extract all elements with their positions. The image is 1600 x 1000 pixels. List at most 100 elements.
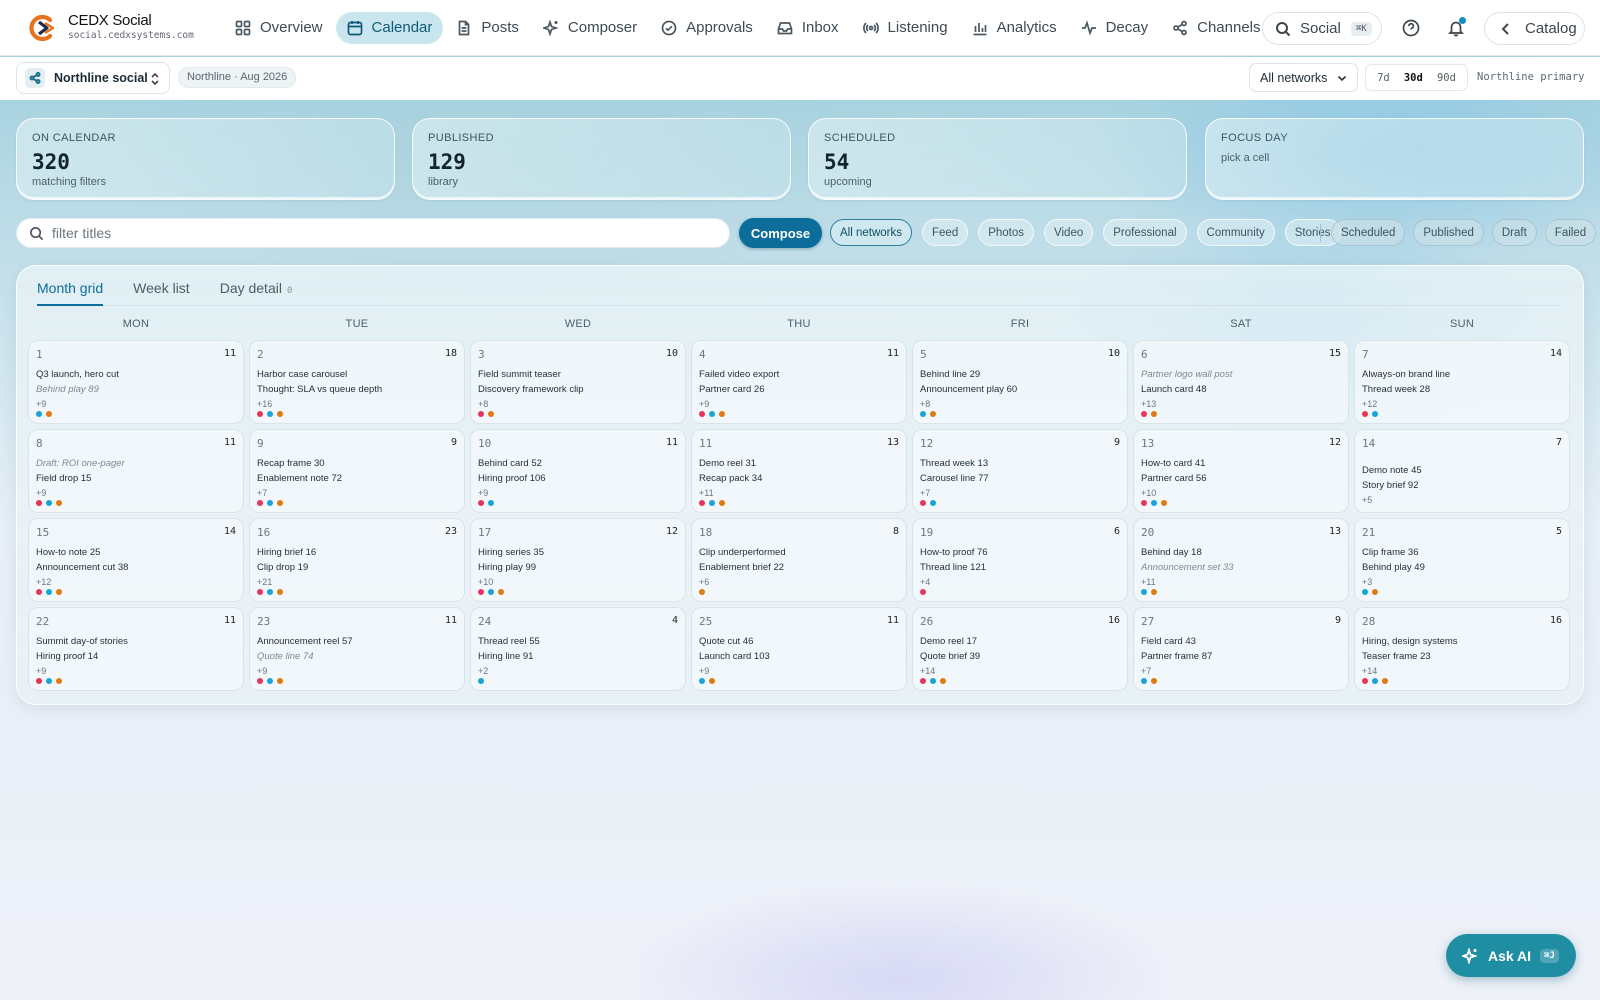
post-title[interactable]: Q3 launch, hero cut	[36, 367, 236, 382]
chip-failed[interactable]: Failed	[1544, 219, 1597, 246]
more-posts-link[interactable]: +4	[920, 575, 1120, 589]
post-title[interactable]: Partner frame 87	[1141, 649, 1341, 664]
chip-draft[interactable]: Draft	[1491, 219, 1537, 246]
post-title[interactable]: Hiring proof 14	[36, 649, 236, 664]
chip-video[interactable]: Video	[1044, 219, 1094, 246]
brand[interactable]: CEDX Social social.cedxsystems.com	[28, 13, 198, 42]
day-cell[interactable]: 13 12 How-to card 41 Partner card 56 +10	[1133, 429, 1349, 513]
more-posts-link[interactable]: +7	[257, 486, 457, 500]
more-posts-link[interactable]: +12	[36, 575, 236, 589]
day-cell[interactable]: 11 13 Demo reel 31 Recap pack 34 +11	[691, 429, 907, 513]
post-title[interactable]: Behind line 29	[920, 367, 1120, 382]
chip-community[interactable]: Community	[1196, 219, 1275, 246]
day-cell[interactable]: 15 14 How-to note 25 Announcement cut 38 +12	[28, 518, 244, 602]
post-title[interactable]: Failed video export	[699, 367, 899, 382]
post-title[interactable]: Teaser frame 23	[1362, 649, 1562, 664]
help-button[interactable]	[1399, 16, 1423, 40]
post-title[interactable]: Draft: ROI one-pager	[36, 456, 236, 471]
post-title[interactable]: Announcement set 33	[1141, 560, 1341, 575]
tab-day-detail[interactable]: Day detail 0	[220, 280, 293, 305]
day-cell[interactable]: 17 12 Hiring series 35 Hiring play 99 +10	[470, 518, 686, 602]
post-title[interactable]: Hiring, design systems	[1362, 634, 1562, 649]
post-title[interactable]: Hiring proof 106	[478, 471, 678, 486]
range-30d-button[interactable]: 30d	[1400, 69, 1427, 87]
more-posts-link[interactable]: +11	[1141, 575, 1341, 589]
more-posts-link[interactable]: +9	[699, 397, 899, 411]
day-cell[interactable]: 2 18 Harbor case carousel Thought: SLA vs q…	[249, 340, 465, 424]
chip-professional[interactable]: Professional	[1103, 219, 1187, 246]
nav-item-decay[interactable]: Decay	[1070, 12, 1160, 44]
post-title[interactable]: Partner card 26	[699, 382, 899, 397]
chip-scheduled[interactable]: Scheduled	[1331, 219, 1406, 246]
post-title[interactable]: Field drop 15	[36, 471, 236, 486]
day-cell[interactable]: 1 11 Q3 launch, hero cut Behind play 89 +9	[28, 340, 244, 424]
post-title[interactable]: Always-on brand line	[1362, 367, 1562, 382]
chip-feed[interactable]: Feed	[922, 219, 969, 246]
nav-item-analytics[interactable]: Analytics	[961, 12, 1068, 44]
post-title[interactable]: How-to proof 76	[920, 545, 1120, 560]
nav-item-overview[interactable]: Overview	[224, 12, 334, 44]
more-posts-link[interactable]: +9	[257, 664, 457, 678]
post-title[interactable]: Clip underperformed	[699, 545, 899, 560]
tab-week-list[interactable]: Week list	[133, 280, 190, 305]
more-posts-link[interactable]: +10	[478, 575, 678, 589]
post-title[interactable]: Hiring brief 16	[257, 545, 457, 560]
more-posts-link[interactable]: +2	[478, 664, 678, 678]
chip-all-networks[interactable]: All networks	[830, 219, 912, 246]
day-cell[interactable]: 18 8 Clip underperformed Enablement brief 2…	[691, 518, 907, 602]
post-title[interactable]: Hiring series 35	[478, 545, 678, 560]
more-posts-link[interactable]: +9	[478, 486, 678, 500]
more-posts-link[interactable]: +14	[1362, 664, 1562, 678]
nav-item-channels[interactable]: Channels	[1161, 12, 1262, 44]
nav-item-inbox[interactable]: Inbox	[766, 12, 850, 44]
day-cell[interactable]: 22 11 Summit day-of stories Hiring proof 14…	[28, 607, 244, 691]
day-cell[interactable]: 27 9 Field card 43 Partner frame 87 +7	[1133, 607, 1349, 691]
post-title[interactable]: Thread week 28	[1362, 382, 1562, 397]
day-cell[interactable]: 8 11 Draft: ROI one-pager Field drop 15 +9	[28, 429, 244, 513]
global-search-button[interactable]: Social ⌘K	[1262, 12, 1382, 45]
post-title[interactable]: Harbor case carousel	[257, 367, 457, 382]
chip-published[interactable]: Published	[1413, 219, 1484, 246]
post-title[interactable]: Carousel line 77	[920, 471, 1120, 486]
post-title[interactable]: Announcement reel 57	[257, 634, 457, 649]
post-title[interactable]: Recap pack 34	[699, 471, 899, 486]
post-title[interactable]: Announcement cut 38	[36, 560, 236, 575]
range-90d-button[interactable]: 90d	[1433, 69, 1460, 87]
day-cell[interactable]: 9 9 Recap frame 30 Enablement note 72 +7	[249, 429, 465, 513]
nav-item-calendar[interactable]: Calendar	[335, 11, 444, 44]
more-posts-link[interactable]: +5	[1362, 493, 1562, 507]
more-posts-link[interactable]: +16	[257, 397, 457, 411]
network-select[interactable]: All networks	[1249, 63, 1358, 92]
post-title[interactable]: Partner logo wall post	[1141, 367, 1341, 382]
tab-month-grid[interactable]: Month grid	[37, 280, 104, 306]
post-title[interactable]: Recap frame 30	[257, 456, 457, 471]
post-title[interactable]: Field summit teaser	[478, 367, 678, 382]
nav-item-listening[interactable]: Listening	[852, 12, 959, 44]
more-posts-link[interactable]: +8	[920, 397, 1120, 411]
more-posts-link[interactable]: +12	[1362, 397, 1562, 411]
ask-ai-button[interactable]: Ask AI ⌘J	[1446, 934, 1576, 977]
filter-titles-field[interactable]	[16, 218, 730, 248]
nav-item-posts[interactable]: Posts	[445, 12, 530, 44]
more-posts-link[interactable]: +10	[1141, 486, 1341, 500]
day-cell[interactable]: 4 11 Failed video export Partner card 26 +9	[691, 340, 907, 424]
day-cell[interactable]: 24 4 Thread reel 55 Hiring line 91 +2	[470, 607, 686, 691]
post-title[interactable]: Enablement note 72	[257, 471, 457, 486]
more-posts-link[interactable]: +3	[1362, 575, 1562, 589]
more-posts-link[interactable]: +13	[1141, 397, 1341, 411]
compose-button[interactable]: Compose	[739, 218, 822, 248]
more-posts-link[interactable]: +14	[920, 664, 1120, 678]
day-cell[interactable]: 19 6 How-to proof 76 Thread line 121 +4	[912, 518, 1128, 602]
day-cell[interactable]: 23 11 Announcement reel 57 Quote line 74 +9	[249, 607, 465, 691]
filter-titles-input[interactable]	[52, 225, 692, 241]
day-cell[interactable]: 25 11 Quote cut 46 Launch card 103 +9	[691, 607, 907, 691]
day-cell[interactable]: 16 23 Hiring brief 16 Clip drop 19 +21	[249, 518, 465, 602]
range-7d-button[interactable]: 7d	[1373, 69, 1394, 87]
more-posts-link[interactable]: +7	[920, 486, 1120, 500]
more-posts-link[interactable]: +11	[699, 486, 899, 500]
day-cell[interactable]: 14 7 Demo note 45 Story brief 92 +5	[1354, 429, 1570, 513]
post-title[interactable]: Behind card 52	[478, 456, 678, 471]
day-cell[interactable]: 7 14 Always-on brand line Thread week 28 +12	[1354, 340, 1570, 424]
more-posts-link[interactable]: +21	[257, 575, 457, 589]
post-title[interactable]: Thought: SLA vs queue depth	[257, 382, 457, 397]
